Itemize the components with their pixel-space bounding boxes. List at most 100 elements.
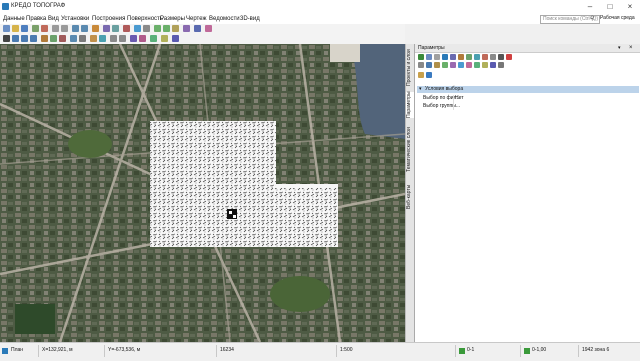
- add-icon[interactable]: [442, 54, 448, 60]
- undo-icon[interactable]: [52, 25, 59, 32]
- refresh-icon[interactable]: [194, 25, 201, 32]
- coordinate-zone[interactable]: 1942 зона 6: [582, 347, 609, 353]
- edge-icon[interactable]: [474, 54, 480, 60]
- grid-icon[interactable]: [112, 25, 119, 32]
- trim-icon[interactable]: [139, 35, 146, 42]
- snap-icon[interactable]: [99, 35, 106, 42]
- menu-settings[interactable]: Установки: [61, 16, 89, 22]
- open-folder-icon[interactable]: [12, 25, 19, 32]
- layer-icon: [459, 348, 465, 354]
- y-coordinate: Y=-673,536, м: [108, 347, 141, 353]
- find-icon[interactable]: [458, 62, 464, 68]
- table-icon[interactable]: [426, 62, 432, 68]
- divider: [38, 345, 39, 357]
- break-icon[interactable]: [59, 35, 66, 42]
- properties-icon[interactable]: [143, 25, 150, 32]
- export-icon[interactable]: [41, 25, 48, 32]
- tag-icon[interactable]: [466, 62, 472, 68]
- menu-data[interactable]: Данные: [3, 16, 25, 22]
- pan-icon[interactable]: [172, 25, 179, 32]
- node-icon[interactable]: [466, 54, 472, 60]
- measure-icon[interactable]: [183, 25, 190, 32]
- close-icon[interactable]: ×: [620, 0, 640, 14]
- divider: [336, 345, 337, 357]
- move-icon[interactable]: [110, 35, 117, 42]
- split-icon[interactable]: [458, 54, 464, 60]
- menu-constructions[interactable]: Построения: [92, 16, 125, 22]
- hatch-icon[interactable]: [90, 35, 97, 42]
- copy-icon[interactable]: [72, 25, 79, 32]
- search-icon[interactable]: ⚲: [590, 15, 594, 22]
- redo-icon[interactable]: [61, 25, 68, 32]
- tree-icon[interactable]: [442, 62, 448, 68]
- link-icon[interactable]: [490, 62, 496, 68]
- workspace-selector[interactable]: Рабочая среда: [600, 15, 635, 21]
- text-icon[interactable]: [70, 35, 77, 42]
- view-mode[interactable]: План: [11, 347, 23, 353]
- chart-icon[interactable]: [434, 62, 440, 68]
- scale-value: 16234: [220, 347, 234, 353]
- join-icon[interactable]: [450, 54, 456, 60]
- zoom-out-icon[interactable]: [163, 25, 170, 32]
- minimize-icon[interactable]: –: [580, 0, 600, 14]
- layers-icon[interactable]: [92, 25, 99, 32]
- line-icon[interactable]: [21, 35, 28, 42]
- parameters-panel: Параметры ▾ × ▾ Условия выбора Выбор по …: [414, 44, 640, 342]
- point-icon[interactable]: [12, 35, 19, 42]
- folder-icon[interactable]: [418, 72, 424, 78]
- zoom-in-icon[interactable]: [154, 25, 161, 32]
- polyline-icon[interactable]: [30, 35, 37, 42]
- mirror-icon[interactable]: [130, 35, 137, 42]
- menu-reports[interactable]: Ведомости: [209, 16, 240, 22]
- menu-edit[interactable]: Правка: [26, 16, 46, 22]
- apply-icon[interactable]: [418, 54, 424, 60]
- symbol-icon[interactable]: [79, 35, 86, 42]
- offset-icon[interactable]: [161, 35, 168, 42]
- pen-icon[interactable]: [498, 54, 504, 60]
- menu-3d-view[interactable]: 3D-вид: [240, 16, 260, 22]
- filter-selection-row[interactable]: Выбор по фил... Нет: [423, 95, 464, 101]
- settings-icon[interactable]: [498, 62, 504, 68]
- row-value[interactable]: Нет: [455, 95, 464, 101]
- refresh-panel-icon[interactable]: [426, 72, 432, 78]
- list-icon[interactable]: [418, 62, 424, 68]
- menu-surface[interactable]: Поверхность: [127, 16, 163, 22]
- help-icon[interactable]: [205, 25, 212, 32]
- brush-icon[interactable]: [490, 54, 496, 60]
- column-divider: [453, 95, 454, 110]
- select-all-icon[interactable]: [426, 54, 432, 60]
- sort-icon[interactable]: [450, 62, 456, 68]
- star-icon[interactable]: [482, 62, 488, 68]
- clear-selection-icon[interactable]: [434, 54, 440, 60]
- layer-a[interactable]: 0-1: [467, 347, 474, 353]
- select-icon[interactable]: [134, 25, 141, 32]
- new-file-icon[interactable]: [3, 25, 10, 32]
- attributes-icon[interactable]: [172, 35, 179, 42]
- remove-icon[interactable]: [482, 54, 488, 60]
- rotate-icon[interactable]: [119, 35, 126, 42]
- cancel-icon[interactable]: [506, 54, 512, 60]
- selection-conditions-group[interactable]: ▾ Условия выбора: [417, 86, 639, 93]
- panel-close-icon[interactable]: ×: [629, 44, 633, 52]
- check-icon[interactable]: [474, 62, 480, 68]
- contour-icon[interactable]: [50, 35, 57, 42]
- menu-dimensions[interactable]: Размеры: [160, 16, 185, 22]
- filter-icon[interactable]: [103, 25, 110, 32]
- layer-b[interactable]: 0-1,00: [532, 347, 546, 353]
- map-viewport[interactable]: [0, 44, 405, 342]
- cursor-icon[interactable]: [3, 35, 10, 42]
- divider: [216, 345, 217, 357]
- collapse-icon[interactable]: ▾: [419, 86, 422, 93]
- map-scale[interactable]: 1:500: [340, 347, 353, 353]
- menu-drawing[interactable]: Чертеж: [186, 16, 207, 22]
- group-selection-row[interactable]: Выбор группы...: [423, 103, 460, 109]
- maximize-icon[interactable]: □: [600, 0, 620, 14]
- paste-icon[interactable]: [81, 25, 88, 32]
- extend-icon[interactable]: [150, 35, 157, 42]
- delete-icon[interactable]: [123, 25, 130, 32]
- menu-view[interactable]: Вид: [48, 16, 59, 22]
- pin-icon[interactable]: ▾: [618, 44, 621, 52]
- import-icon[interactable]: [32, 25, 39, 32]
- save-icon[interactable]: [21, 25, 28, 32]
- polygon-icon[interactable]: [41, 35, 48, 42]
